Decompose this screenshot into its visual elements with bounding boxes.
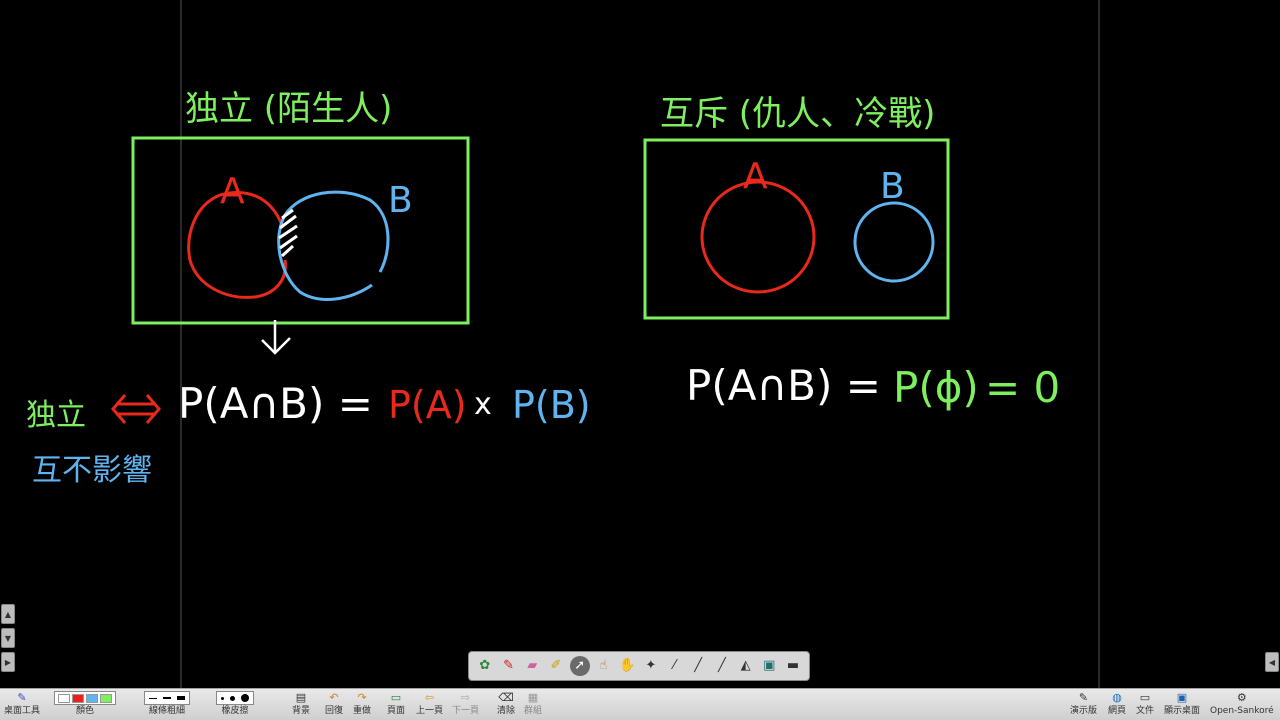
page-icon: ▭ (390, 691, 402, 704)
bottom-toolbar: ✎ 桌面工具 顏色 線條粗細 橡皮擦 ▤ 背景 ↶ 回復 ↷ 重做 ▭ 頁面 ⇦… (0, 688, 1280, 720)
group-button[interactable]: ▦ 群組 (524, 691, 542, 717)
next-page-icon: ⇨ (460, 691, 471, 704)
palette-icon[interactable]: ✿ (475, 656, 495, 676)
brand-menu-button[interactable]: ⚙ Open-Sankoré (1210, 691, 1274, 717)
left-venn-box (131, 136, 470, 325)
undo-icon: ↶ (329, 691, 339, 704)
formula-right-phi: P(ϕ) (893, 363, 979, 412)
undo-button[interactable]: ↶ 回復 (325, 691, 343, 717)
ruler-icon[interactable]: ╱ (712, 656, 732, 676)
circle-b-right (853, 201, 935, 283)
line-icon[interactable]: ╱ (688, 656, 708, 676)
eraser-small-option[interactable] (221, 696, 224, 700)
hand-point-icon[interactable]: ☝ (593, 656, 613, 676)
globe-icon: ◍ (1112, 691, 1122, 704)
desktop-tools-button[interactable]: ✎ 桌面工具 (4, 691, 40, 717)
independent-label: 独立 (26, 398, 86, 433)
circle-b-left (277, 190, 390, 301)
highlighter-icon[interactable]: ✐ (546, 656, 566, 676)
eraser-icon[interactable]: ▰ (522, 656, 542, 676)
clear-button[interactable]: ⌫ 清除 (497, 691, 515, 717)
board-drawing: 独立 (陌生人) 互斥 (仇人、冷戰) A B A B 独立 互不影響 P(A∩… (26, 89, 1060, 488)
web-button[interactable]: ◍ 網頁 (1108, 691, 1126, 717)
thick-line-option[interactable] (177, 696, 185, 700)
redo-button[interactable]: ↷ 重做 (353, 691, 371, 717)
clear-icon: ⌫ (498, 691, 514, 704)
circle-a-right (700, 180, 816, 294)
prev-page-icon: ⇦ (424, 691, 435, 704)
next-page-button[interactable]: ⇨ 下一頁 (452, 691, 479, 717)
eraser-large-option[interactable] (241, 694, 249, 702)
formula-right-eq-zero: = 0 (985, 363, 1060, 412)
left-title: 独立 (陌生人) (185, 89, 392, 129)
magic-wand-icon[interactable]: ✦ (641, 656, 661, 676)
pointer-icon[interactable]: ➚ (569, 656, 590, 676)
color-swatches (54, 691, 116, 705)
line-thickness-selector[interactable]: 線條粗細 (144, 691, 190, 717)
pen-toolbar: ✿ ✎ ▰ ✐ ➚ ☝ ✋ ✦ ⁄ ╱ ╱ ◭ ▣ ▬ (468, 651, 810, 681)
minimize-icon[interactable]: ▬ (783, 656, 803, 676)
document-button[interactable]: ▭ 文件 (1136, 691, 1154, 717)
formula-left-pb: P(B) (512, 383, 591, 427)
background-button[interactable]: ▤ 背景 (292, 691, 310, 717)
eraser-medium-option[interactable] (230, 695, 235, 701)
background-icon: ▤ (295, 691, 307, 704)
right-label-a: A (743, 156, 768, 197)
thin-line-option[interactable] (149, 697, 157, 699)
redo-icon: ↷ (357, 691, 367, 704)
right-panel-toggle-button[interactable]: ◀ (1265, 652, 1279, 672)
formula-left-pa: P(A) (388, 383, 467, 427)
iff-arrow (111, 394, 161, 424)
left-label-b: B (388, 180, 413, 221)
thickness-options (144, 691, 190, 705)
formula-right-main: P(A∩B) = (686, 361, 881, 410)
pen-icon[interactable]: ✎ (499, 656, 519, 676)
group-icon: ▦ (527, 691, 539, 704)
hand-icon[interactable]: ✋ (617, 656, 637, 676)
formula-left-main: P(A∩B) = (178, 379, 373, 428)
demo-icon: ✎ (1078, 691, 1089, 704)
laser-icon[interactable]: ⁄ (664, 656, 684, 676)
monitor-icon: ▣ (1176, 691, 1188, 704)
screen-icon[interactable]: ▣ (759, 656, 779, 676)
prev-page-button[interactable]: ⇦ 上一頁 (416, 691, 443, 717)
show-desktop-button[interactable]: ▣ 顯示桌面 (1164, 691, 1200, 717)
no-influence-label: 互不影響 (32, 453, 152, 488)
eraser-size-selector[interactable]: 橡皮擦 (216, 691, 254, 717)
page-button[interactable]: ▭ 頁面 (387, 691, 405, 717)
swatch-blue[interactable] (86, 693, 98, 703)
desktop-tools-icon: ✎ (17, 691, 27, 704)
demo-button[interactable]: ✎ 演示版 (1070, 691, 1097, 717)
color-selector[interactable]: 顏色 (54, 691, 116, 717)
left-label-a: A (220, 171, 245, 212)
left-scroll-up-button[interactable]: ▲ (1, 604, 15, 624)
swatch-white[interactable] (58, 693, 70, 703)
intersection-hatch (278, 208, 298, 258)
gear-icon: ⚙ (1236, 691, 1247, 704)
right-label-b: B (880, 166, 905, 207)
left-panel-toggle-button[interactable]: ▶ (1, 652, 15, 672)
swatch-green[interactable] (100, 693, 112, 703)
whiteboard-canvas[interactable]: 独立 (陌生人) 互斥 (仇人、冷戰) A B A B 独立 互不影響 P(A∩… (0, 0, 1280, 688)
formula-left-times: x (474, 387, 492, 422)
eraser-options (216, 691, 254, 705)
right-title: 互斥 (仇人、冷戰) (660, 94, 935, 134)
down-arrow (261, 320, 291, 355)
folder-icon: ▭ (1139, 691, 1151, 704)
swatch-red[interactable] (72, 693, 84, 703)
left-scroll-down-button[interactable]: ▼ (1, 628, 15, 648)
medium-line-option[interactable] (163, 697, 171, 699)
protractor-icon[interactable]: ◭ (736, 656, 756, 676)
